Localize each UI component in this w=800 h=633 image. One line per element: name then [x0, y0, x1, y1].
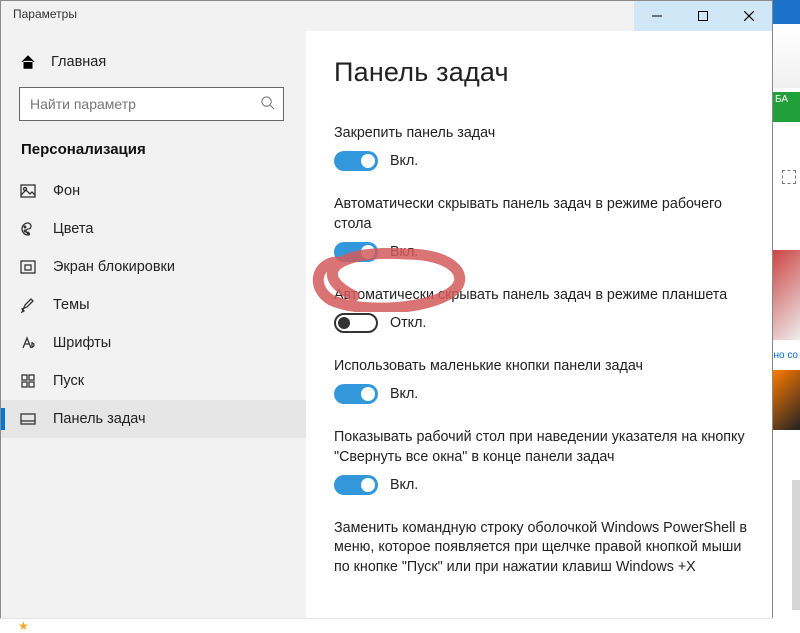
titlebar: Параметры: [1, 1, 772, 31]
brush-icon: [19, 297, 37, 313]
setting-powershell: Заменить командную строку оболочкой Wind…: [334, 519, 752, 577]
search-input-wrap[interactable]: [19, 87, 284, 121]
sidebar-item-label: Цвета: [53, 221, 93, 237]
sidebar-item-label: Темы: [53, 297, 90, 313]
content-panel: Панель задач Закрепить панель задач Вкл.…: [306, 31, 772, 619]
setting-label: Показывать рабочий стол при наведении ук…: [334, 428, 752, 467]
toggle-autohide-desktop[interactable]: [334, 242, 378, 262]
category-title: Персонализация: [1, 137, 306, 172]
close-button[interactable]: [726, 1, 772, 31]
search-icon: [260, 95, 275, 113]
toggle-small-buttons[interactable]: [334, 384, 378, 404]
sidebar-item-label: Шрифты: [53, 335, 111, 351]
setting-lock-taskbar: Закрепить панель задач Вкл.: [334, 124, 752, 171]
toggle-state: Вкл.: [390, 244, 418, 260]
palette-icon: [19, 221, 37, 237]
sidebar-item-colors[interactable]: Цвета: [1, 210, 306, 248]
sidebar-item-lockscreen[interactable]: Экран блокировки: [1, 248, 306, 286]
start-icon: [19, 373, 37, 389]
setting-label: Закрепить панель задач: [334, 124, 752, 143]
home-label: Главная: [51, 54, 106, 70]
toggle-state: Откл.: [390, 315, 426, 331]
setting-label: Заменить командную строку оболочкой Wind…: [334, 519, 752, 577]
search-input[interactable]: [30, 96, 260, 112]
taskbar-icon: [19, 411, 37, 427]
minimize-button[interactable]: [634, 1, 680, 31]
setting-autohide-desktop: Автоматически скрывать панель задач в ре…: [334, 195, 752, 262]
setting-label: Автоматически скрывать панель задач в ре…: [334, 286, 752, 305]
sidebar-item-taskbar[interactable]: Панель задач: [1, 400, 306, 438]
window-body: Главная Персонализация Фон: [1, 31, 772, 619]
window-title: Параметры: [1, 1, 634, 31]
lockscreen-icon: [19, 259, 37, 275]
window-controls: [634, 1, 772, 31]
maximize-button[interactable]: [680, 1, 726, 31]
sidebar-item-label: Пуск: [53, 373, 84, 389]
sidebar-item-background[interactable]: Фон: [1, 172, 306, 210]
setting-small-buttons: Использовать маленькие кнопки панели зад…: [334, 357, 752, 404]
below-window-peek: ★: [0, 618, 773, 633]
sidebar-item-label: Панель задач: [53, 411, 146, 427]
bg-green-fragment: БА: [773, 92, 800, 122]
setting-label: Использовать маленькие кнопки панели зад…: [334, 357, 752, 376]
home-nav[interactable]: Главная: [1, 43, 306, 81]
sidebar-item-label: Экран блокировки: [53, 259, 175, 275]
picture-icon: [19, 183, 37, 199]
toggle-state: Вкл.: [390, 477, 418, 493]
toggle-lock-taskbar[interactable]: [334, 151, 378, 171]
page-title: Панель задач: [334, 57, 752, 88]
settings-window: Параметры Главная: [0, 0, 773, 620]
bg-blue-text: но со: [773, 350, 798, 361]
nav-list: Фон Цвета Экран блокировки: [1, 172, 306, 438]
toggle-state: Вкл.: [390, 386, 418, 402]
sidebar-item-start[interactable]: Пуск: [1, 362, 306, 400]
home-icon: [19, 53, 37, 71]
toggle-peek-desktop[interactable]: [334, 475, 378, 495]
sidebar-item-themes[interactable]: Темы: [1, 286, 306, 324]
toggle-autohide-tablet[interactable]: [334, 313, 378, 333]
setting-label: Автоматически скрывать панель задач в ре…: [334, 195, 752, 234]
setting-peek-desktop: Показывать рабочий стол при наведении ук…: [334, 428, 752, 495]
sidebar: Главная Персонализация Фон: [1, 31, 306, 619]
setting-autohide-tablet: Автоматически скрывать панель задач в ре…: [334, 286, 752, 333]
sidebar-item-fonts[interactable]: Шрифты: [1, 324, 306, 362]
star-icon: ★: [18, 619, 29, 633]
font-icon: [19, 335, 37, 351]
sidebar-item-label: Фон: [53, 183, 80, 199]
toggle-state: Вкл.: [390, 153, 418, 169]
background-window-strip: БА но со: [773, 0, 800, 633]
search-container: [1, 81, 306, 137]
